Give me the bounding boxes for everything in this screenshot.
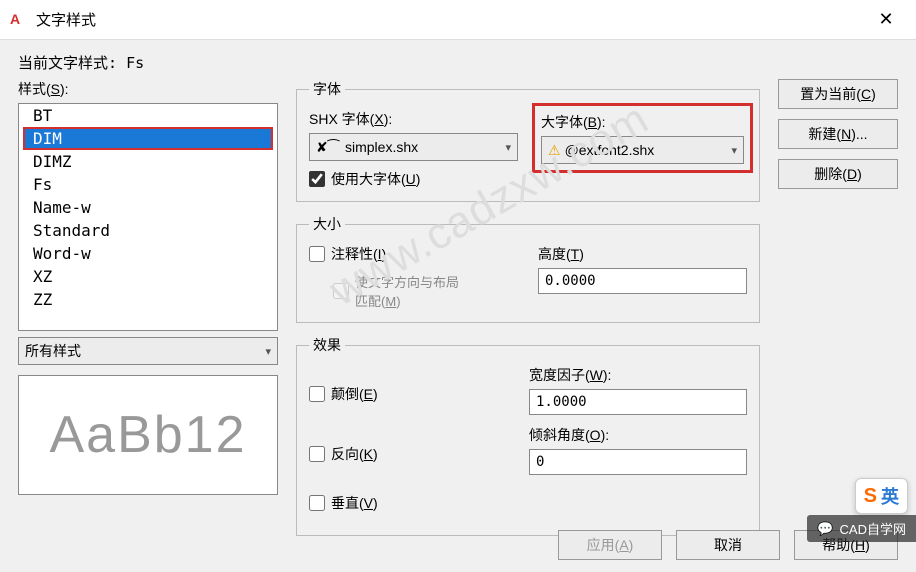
sogou-icon: S [864,485,877,508]
styles-label: 样式(S): [18,79,278,99]
annotative-checkbox[interactable]: 注释性(I) [309,244,518,264]
oblique-angle-field[interactable] [529,449,747,475]
list-item[interactable]: XZ [19,265,277,288]
match-orient-label: 使文字方向与布局匹配(M) [355,272,459,310]
upside-down-checkbox[interactable]: 颠倒(E) [309,384,509,404]
bigfont-select[interactable]: ⚠ @extfont2.shx ▾ [541,136,744,164]
wechat-icon: 💬 [817,521,833,537]
use-bigfont-checkbox[interactable]: 使用大字体(U) [309,169,518,189]
app-logo-icon: A [10,11,28,29]
chevron-down-icon: ▾ [731,144,737,157]
bigfont-value: @extfont2.shx [565,142,655,158]
cancel-button[interactable]: 取消 [676,530,780,560]
chevron-down-icon: ▾ [505,141,511,154]
set-current-button[interactable]: 置为当前(C) [778,79,898,109]
annotative-label: 注释性(I) [331,244,386,264]
backwards-input[interactable] [309,446,325,462]
new-button[interactable]: 新建(N)... [778,119,898,149]
use-bigfont-label: 使用大字体(U) [331,169,420,189]
font-group-legend: 字体 [309,79,345,99]
list-item[interactable]: BT [19,104,277,127]
style-filter-select[interactable]: 所有样式 ▾ [18,337,278,365]
width-factor-field[interactable] [529,389,747,415]
upside-down-input[interactable] [309,386,325,402]
font-group: 字体 SHX 字体(X): ✘⁀ simplex.shx ▾ [296,79,760,202]
list-item-selected[interactable]: DIM [23,127,273,150]
list-item[interactable]: Word-w [19,242,277,265]
use-bigfont-input[interactable] [309,171,325,187]
bigfont-highlight: 大字体(B): ⚠ @extfont2.shx ▾ [532,103,753,173]
match-orient-input [333,283,349,299]
annotative-input[interactable] [309,246,325,262]
titlebar: A 文字样式 ✕ [0,0,916,40]
vertical-label: 垂直(V) [331,493,378,513]
oblique-angle-label: 倾斜角度(O): [529,425,747,445]
list-item[interactable]: Name-w [19,196,277,219]
chevron-down-icon: ▾ [265,345,271,358]
shx-font-select[interactable]: ✘⁀ simplex.shx ▾ [309,133,518,161]
ime-mode-label: 英 [881,483,899,509]
effects-group: 效果 颠倒(E) 宽度因子(W): 反向(K) [296,335,760,536]
warning-icon: ⚠ [548,142,561,159]
vertical-input[interactable] [309,495,325,511]
bigfont-label: 大字体(B): [541,112,744,132]
current-style-row: 当前文字样式: Fs [18,52,898,73]
height-field[interactable] [538,268,747,294]
apply-button[interactable]: 应用(A) [558,530,662,560]
list-item[interactable]: Standard [19,219,277,242]
backwards-label: 反向(K) [331,444,378,464]
vertical-checkbox[interactable]: 垂直(V) [309,493,509,513]
size-group-legend: 大小 [309,214,345,234]
match-orient-checkbox: 使文字方向与布局匹配(M) [333,272,518,310]
backwards-checkbox[interactable]: 反向(K) [309,444,509,464]
shx-font-value: simplex.shx [345,139,418,155]
wechat-attribution: 💬 CAD自学网 [807,515,916,542]
wechat-text: CAD自学网 [840,519,906,538]
list-item[interactable]: DIMZ [19,150,277,173]
window-title: 文字样式 [36,9,866,30]
upside-down-label: 颠倒(E) [331,384,378,404]
list-item[interactable]: ZZ [19,288,277,311]
style-filter-value: 所有样式 [25,341,81,361]
current-style-label: 当前文字样式: [18,54,117,72]
shx-font-label: SHX 字体(X): [309,109,518,129]
height-label: 高度(T) [538,244,747,264]
effects-group-legend: 效果 [309,335,345,355]
current-style-value: Fs [126,54,144,72]
delete-button[interactable]: 删除(D) [778,159,898,189]
list-item[interactable]: Fs [19,173,277,196]
close-button[interactable]: ✕ [866,0,906,40]
style-preview: AaBb12 [18,375,278,495]
ime-badge[interactable]: S 英 [855,478,908,514]
width-factor-label: 宽度因子(W): [529,365,747,385]
styles-listbox[interactable]: BT DIM DIMZ Fs Name-w Standard Word-w XZ… [18,103,278,331]
size-group: 大小 注释性(I) 使文字方向与布局匹配(M) 高度(T) [296,214,760,323]
font-icon: ✘⁀ [316,139,339,156]
